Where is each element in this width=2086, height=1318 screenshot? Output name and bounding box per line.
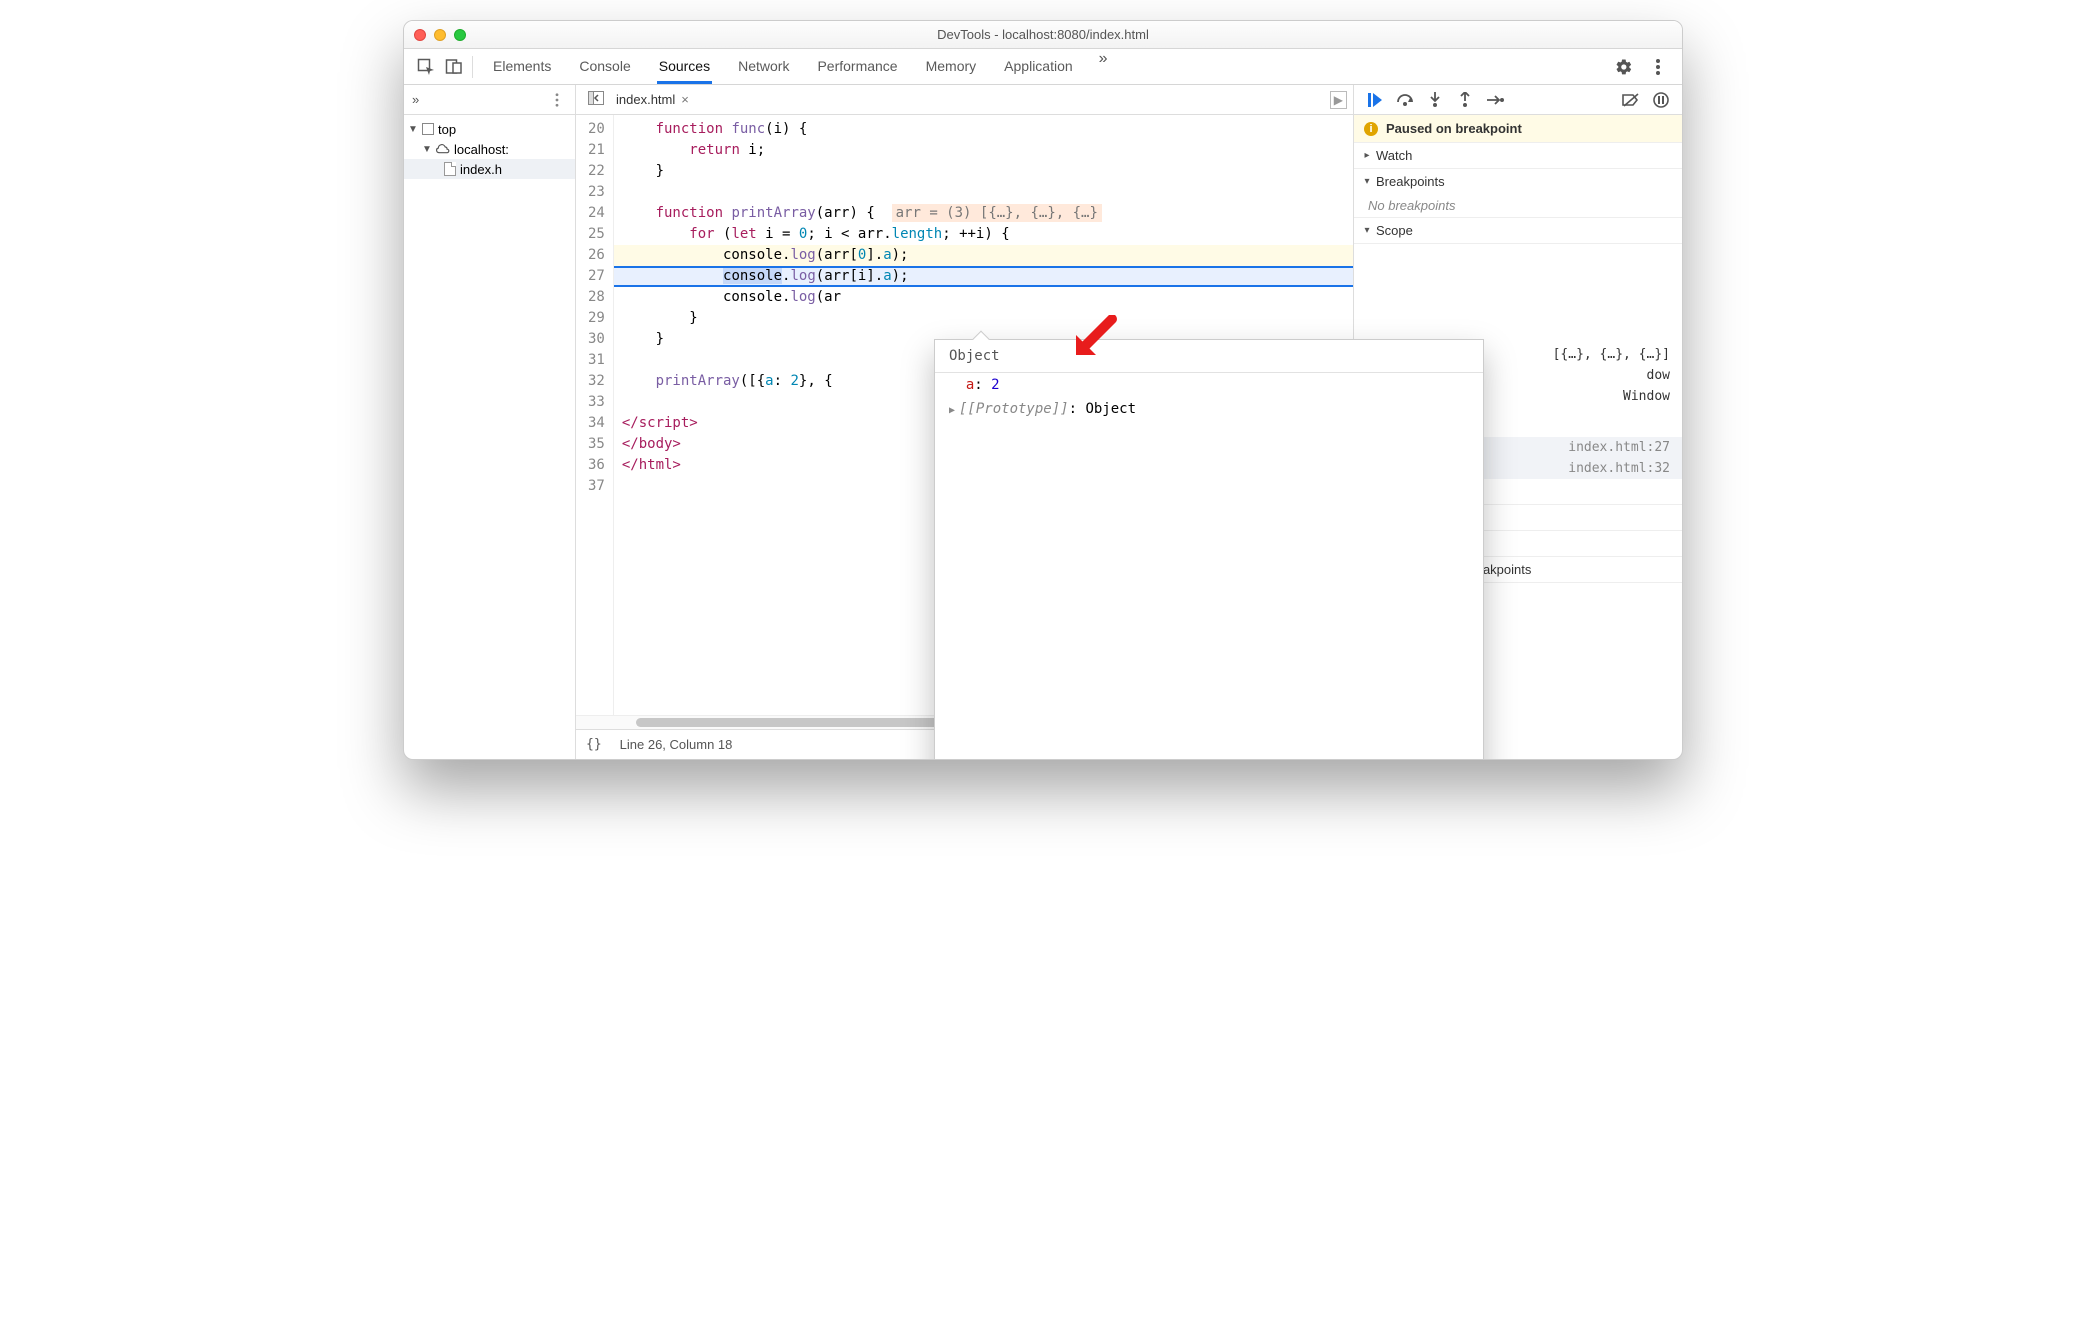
paused-banner: i Paused on breakpoint (1354, 115, 1682, 143)
toggle-debugger-pane-icon[interactable]: ▶ (1330, 91, 1347, 109)
tree-row-origin[interactable]: ▼ localhost: (404, 139, 575, 159)
step-button[interactable] (1486, 91, 1504, 109)
tab-application[interactable]: Application (1002, 50, 1075, 84)
paused-text: Paused on breakpoint (1386, 121, 1522, 136)
watch-label: Watch (1376, 148, 1412, 163)
debugger-toolbar (1354, 85, 1682, 115)
window-zoom-button[interactable] (454, 29, 466, 41)
navigator-panel: » ▼ top ▼ localhost: (404, 85, 576, 759)
breakpoints-section[interactable]: ▾ Breakpoints No breakpoints (1354, 169, 1682, 218)
caret-down-icon: ▼ (408, 124, 418, 135)
cursor-position-label: Line 26, Column 18 (620, 737, 733, 752)
file-tab-label: index.html (616, 92, 675, 107)
device-toggle-icon[interactable] (444, 57, 464, 77)
cloud-icon (436, 142, 450, 157)
caret-right-icon: ▶ (949, 405, 959, 416)
tree-top-label: top (438, 122, 456, 137)
pretty-print-button[interactable]: {} (586, 737, 602, 752)
step-over-button[interactable] (1396, 91, 1414, 109)
watch-section[interactable]: ▸ Watch (1354, 143, 1682, 169)
tree-origin-label: localhost: (454, 142, 509, 157)
navigator-overflow-button[interactable]: » (412, 92, 419, 107)
popup-property-row[interactable]: a: 2 (935, 373, 1483, 397)
file-tree: ▼ top ▼ localhost: index.h (404, 115, 575, 183)
devtools-window: DevTools - localhost:8080/index.html Ele… (403, 20, 1683, 760)
breakpoints-empty: No breakpoints (1354, 194, 1682, 217)
tree-row-top[interactable]: ▼ top (404, 119, 575, 139)
toggle-navigator-icon[interactable] (582, 91, 610, 109)
step-out-button[interactable] (1456, 91, 1474, 109)
step-into-button[interactable] (1426, 91, 1444, 109)
tree-row-file[interactable]: index.h (404, 159, 575, 179)
caret-down-icon: ▾ (1362, 225, 1372, 236)
settings-gear-icon[interactable] (1614, 57, 1634, 77)
popup-prototype-row[interactable]: ▶[[Prototype]]: Object (935, 397, 1483, 421)
scope-section[interactable]: ▾ Scope (1354, 218, 1682, 244)
titlebar: DevTools - localhost:8080/index.html (404, 21, 1682, 49)
inspect-element-icon[interactable] (416, 57, 436, 77)
tab-memory[interactable]: Memory (924, 50, 979, 84)
tab-console[interactable]: Console (577, 50, 632, 84)
caret-right-icon: ▸ (1362, 150, 1372, 161)
devtools-toolbar: Elements Console Sources Network Perform… (404, 49, 1682, 85)
tab-network[interactable]: Network (736, 50, 791, 84)
popup-title: Object (935, 340, 1483, 373)
window-close-button[interactable] (414, 29, 426, 41)
tab-performance[interactable]: Performance (815, 50, 899, 84)
window-minimize-button[interactable] (434, 29, 446, 41)
file-tab[interactable]: index.html × (610, 92, 695, 107)
panel-tabs: Elements Console Sources Network Perform… (491, 50, 1614, 84)
navigator-menu-icon[interactable] (547, 90, 567, 110)
window-title: DevTools - localhost:8080/index.html (937, 27, 1149, 42)
kebab-menu-icon[interactable] (1648, 57, 1668, 77)
resume-button[interactable] (1366, 91, 1384, 109)
caret-down-icon: ▾ (1362, 176, 1372, 187)
tab-elements[interactable]: Elements (491, 50, 553, 84)
tree-file-label: index.h (460, 162, 502, 177)
line-gutter: 202122232425262728293031323334353637 (576, 115, 614, 715)
pause-on-exceptions-button[interactable] (1652, 91, 1670, 109)
tabs-overflow-button[interactable]: » (1099, 50, 1108, 84)
breakpoints-label: Breakpoints (1376, 174, 1445, 189)
preview-popup: Object a: 2 ▶[[Prototype]]: Object (934, 339, 1484, 760)
tab-sources[interactable]: Sources (657, 50, 712, 84)
file-icon (444, 162, 456, 176)
deactivate-breakpoints-button[interactable] (1622, 91, 1640, 109)
frame-icon (422, 123, 434, 135)
caret-down-icon: ▼ (422, 144, 432, 155)
annotation-arrow-icon (1072, 315, 1118, 359)
info-icon: i (1364, 122, 1378, 136)
close-tab-icon[interactable]: × (681, 92, 689, 107)
scope-label: Scope (1376, 223, 1413, 238)
traffic-lights (414, 29, 466, 41)
